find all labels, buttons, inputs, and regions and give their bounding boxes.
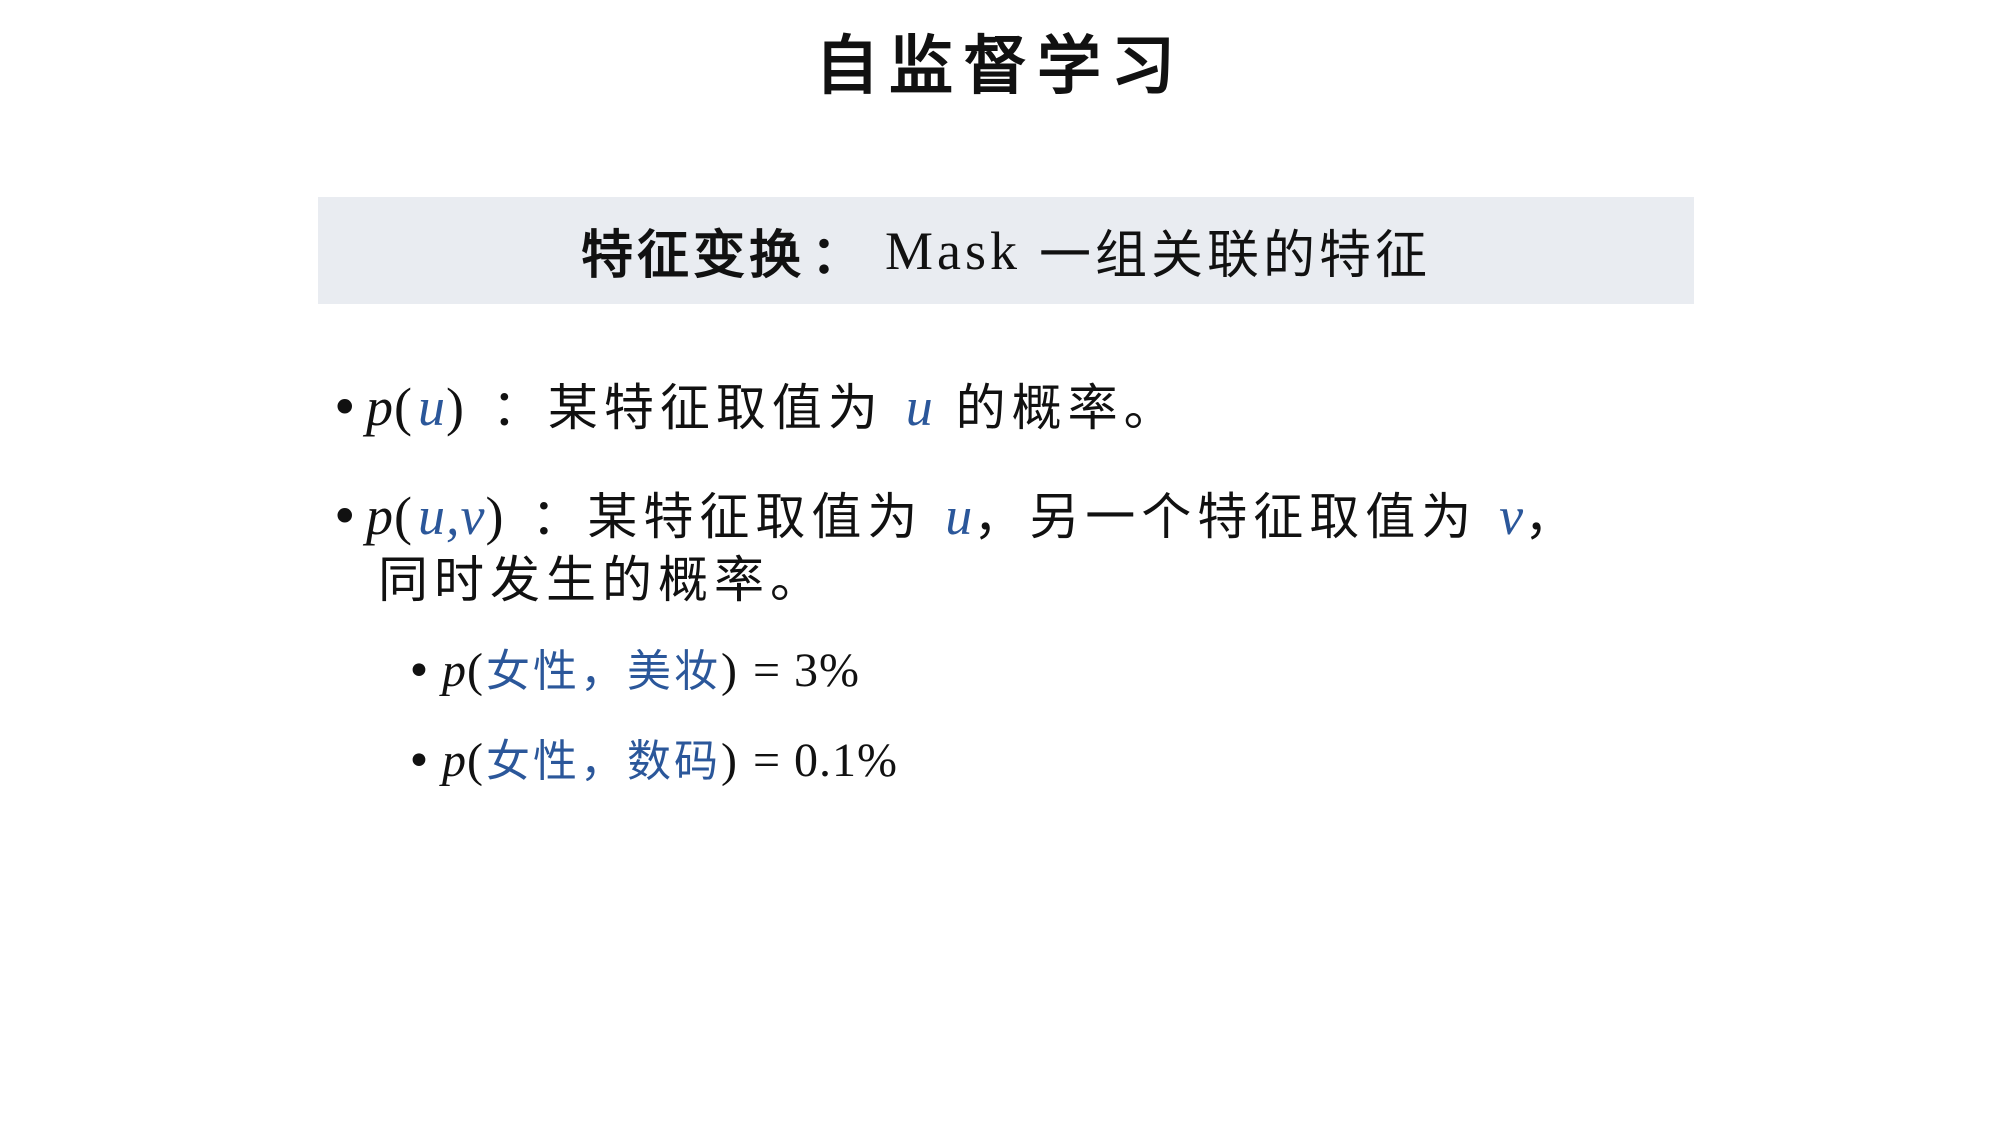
bullet-desc-mid: ，另一个特征取值为 bbox=[973, 488, 1500, 546]
math-var-u: u bbox=[945, 486, 974, 546]
sub-bullet-dot: • bbox=[406, 736, 432, 787]
bullet-desc-after: 的概率。 bbox=[933, 379, 1180, 437]
math-func: p bbox=[442, 734, 467, 787]
math-var-u: u bbox=[905, 377, 934, 437]
math-close-paren: ) bbox=[445, 377, 470, 437]
math-close-paren: ) bbox=[485, 486, 510, 546]
bullet-continuation: 同时发生的概率。 bbox=[378, 551, 826, 609]
math-var-v: v bbox=[1499, 486, 1525, 546]
math-open-paren: ( bbox=[467, 734, 486, 787]
bullet-desc-before: ：某特征取值为 bbox=[469, 379, 906, 437]
math-func: p bbox=[442, 644, 467, 697]
sub-arg-2: 数码 bbox=[626, 736, 721, 787]
sub-bullet-dot: • bbox=[406, 646, 432, 697]
bullet-desc-end: ， bbox=[1524, 488, 1581, 546]
sub-arg-1: 女性 bbox=[485, 736, 580, 787]
sub-bullet-item-digital: • p(女性，数码) = 0.1% bbox=[406, 733, 898, 790]
sub-arg-sep: ， bbox=[579, 736, 627, 787]
bullet-item-puv: • p(u,v) ：某特征取值为 u，另一个特征取值为 v， bbox=[330, 484, 1580, 549]
subtitle-rest: 一组关联的特征 bbox=[1039, 226, 1432, 286]
bullet-desc-before: ：某特征取值为 bbox=[509, 488, 946, 546]
math-close-paren: ) bbox=[720, 734, 740, 787]
sub-bullet-item-makeup: • p(女性，美妆) = 3% bbox=[406, 643, 860, 700]
math-open-paren: ( bbox=[394, 486, 418, 546]
page-title: 自监督学习 bbox=[815, 30, 1185, 104]
subtitle-banner: 特征变换 ： Mask 一组关联的特征 bbox=[318, 197, 1694, 304]
math-open-paren: ( bbox=[394, 377, 418, 437]
bullet-dot: • bbox=[330, 379, 360, 437]
math-func: p bbox=[366, 486, 394, 546]
subtitle-mask-word: Mask bbox=[885, 220, 1021, 281]
bullet-item-pu: • p(u) ：某特征取值为 u 的概率。 bbox=[330, 375, 1180, 440]
math-func: p bbox=[366, 377, 394, 437]
math-args: u,v bbox=[417, 486, 486, 546]
subtitle-separator: ： bbox=[810, 225, 867, 286]
sub-arg-2: 美妆 bbox=[626, 646, 721, 697]
sub-arg-1: 女性 bbox=[485, 646, 580, 697]
sub-arg-sep: ， bbox=[579, 646, 627, 697]
math-args: u bbox=[417, 377, 446, 437]
math-close-paren: ) bbox=[720, 644, 740, 697]
math-open-paren: ( bbox=[467, 644, 486, 697]
bullet-dot: • bbox=[330, 488, 360, 546]
subtitle-bold-part: 特征变换 bbox=[580, 225, 805, 286]
sub-equals-value: = 0.1% bbox=[739, 734, 899, 787]
sub-equals-value: = 3% bbox=[739, 644, 861, 697]
